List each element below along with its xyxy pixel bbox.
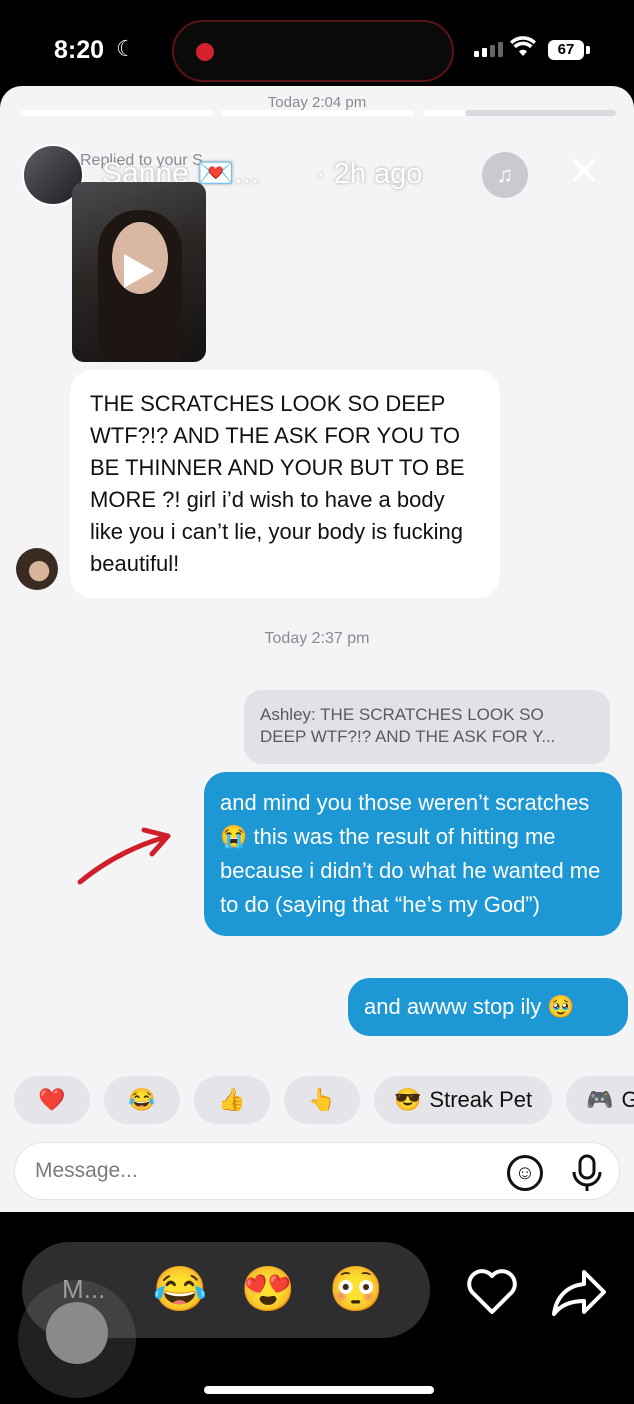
message-placeholder: Message... xyxy=(35,1159,138,1182)
story-age: · 2h ago xyxy=(316,158,423,190)
thumbs-up-emoji: 👍 xyxy=(218,1087,246,1112)
close-icon[interactable]: ✕ xyxy=(562,150,606,194)
incoming-message[interactable]: THE SCRATCHES LOOK SO DEEP WTF?!? AND TH… xyxy=(70,370,500,598)
outgoing-message[interactable]: and awww stop ily 🥹 xyxy=(348,978,628,1036)
reaction-laugh[interactable]: 😂 xyxy=(104,1076,180,1124)
battery-icon xyxy=(586,46,590,54)
quick-emoji-heart-eyes[interactable]: 😍 xyxy=(238,1260,298,1320)
quick-emoji-laugh[interactable]: 😂 xyxy=(150,1260,210,1320)
wifi-icon xyxy=(510,36,536,65)
sticker-icon[interactable]: ☺ xyxy=(507,1155,543,1191)
recording-indicator xyxy=(196,43,214,61)
message-timestamp: Today 2:37 pm xyxy=(264,630,370,647)
moon-icon: ☾ xyxy=(116,36,136,61)
games-emoji: 🎮 xyxy=(586,1087,614,1112)
heart-emoji: ❤️ xyxy=(38,1087,66,1112)
home-indicator[interactable] xyxy=(204,1386,434,1394)
music-icon[interactable]: ♫ xyxy=(482,152,528,198)
story-thumbnail[interactable] xyxy=(72,182,206,362)
signal-icon xyxy=(474,42,503,57)
mic-icon[interactable] xyxy=(567,1153,607,1193)
heart-icon[interactable] xyxy=(464,1264,520,1320)
status-time: 8:20 xyxy=(54,36,105,64)
annotation-arrow-icon xyxy=(77,827,171,885)
dynamic-island xyxy=(172,20,454,82)
status-bar: 8:20 ☾ 67 xyxy=(0,0,634,90)
reaction-heart[interactable]: ❤️ xyxy=(14,1076,90,1124)
quick-reactions: ❤️ 😂 👍 👆 😎 Streak Pet 🎮 Ga xyxy=(14,1076,634,1124)
story-timestamp: Today 2:04 pm xyxy=(267,94,367,111)
reaction-point-up[interactable]: 👆 xyxy=(284,1076,360,1124)
battery-level: 67 xyxy=(548,40,584,60)
streak-pet-label: Streak Pet xyxy=(429,1087,533,1112)
message-input[interactable]: Message... ☺ xyxy=(14,1142,620,1200)
games-button[interactable]: 🎮 Ga xyxy=(566,1076,634,1124)
dm-panel: Today 2:04 pm Replied to your S... Sanne… xyxy=(0,86,634,1212)
outgoing-message[interactable]: and mind you those weren’t scratches 😭 t… xyxy=(204,772,622,936)
play-icon xyxy=(124,254,154,288)
laugh-emoji: 😂 xyxy=(128,1087,156,1112)
reaction-thumbs-up[interactable]: 👍 xyxy=(194,1076,270,1124)
streak-pet-button[interactable]: 😎 Streak Pet xyxy=(374,1076,553,1124)
point-up-emoji: 👆 xyxy=(308,1087,336,1112)
streak-pet-emoji: 😎 xyxy=(394,1087,422,1112)
share-icon[interactable] xyxy=(550,1264,608,1320)
games-label: Ga xyxy=(621,1087,634,1112)
phone-screen: 8:20 ☾ 67 Today 2:04 pm Replied to your … xyxy=(0,0,634,1404)
sender-avatar[interactable] xyxy=(16,548,58,590)
quick-emoji-flushed[interactable]: 😳 xyxy=(326,1260,386,1320)
assistive-touch-button[interactable] xyxy=(46,1302,108,1364)
quoted-reply[interactable]: Ashley: THE SCRATCHES LOOK SO DEEP WTF?!… xyxy=(244,690,610,764)
